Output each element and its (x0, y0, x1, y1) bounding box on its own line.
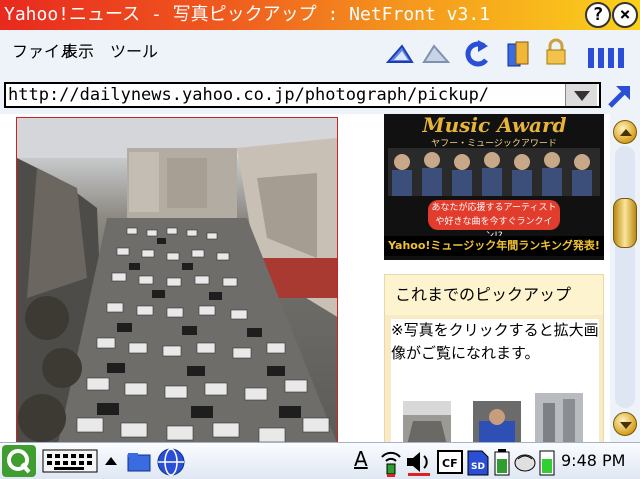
url-input[interactable]: http://dailynews.yahoo.co.jp/photograph/… (4, 82, 601, 108)
help-button[interactable]: ? (585, 2, 611, 28)
pickup-thumbnail[interactable] (535, 393, 583, 442)
clock[interactable]: 9:48 PM (561, 451, 625, 470)
back-icon[interactable] (384, 38, 416, 70)
go-arrow-icon[interactable] (604, 80, 636, 112)
bookmarks-icon[interactable] (502, 38, 534, 70)
arrow-up-icon (620, 129, 632, 136)
input-method-indicator[interactable]: A (354, 447, 368, 471)
forward-icon[interactable] (420, 38, 452, 70)
menu-view[interactable]: 表示 (62, 38, 94, 62)
close-button[interactable]: × (612, 2, 638, 28)
scroll-up-button[interactable] (613, 120, 637, 144)
mouse-icon[interactable] (512, 447, 538, 477)
caret-up-icon[interactable] (104, 455, 118, 467)
browser-globe-icon[interactable] (156, 447, 186, 477)
address-bar: http://dailynews.yahoo.co.jp/photograph/… (0, 80, 640, 114)
scroll-thumb[interactable] (613, 198, 637, 248)
pickup-description: ※写真をクリックすると拡大画像がご覧になれます。 (391, 321, 599, 362)
artist-photos-image (388, 148, 600, 196)
power-level-icon[interactable] (538, 447, 556, 477)
pickup-thumbnail[interactable] (473, 401, 521, 442)
file-manager-icon[interactable] (124, 447, 154, 475)
url-history-dropdown[interactable] (565, 84, 597, 106)
banner-footer: Yahoo!ミュージック年間ランキング発表! (384, 236, 604, 256)
view-mode-icon[interactable] (586, 42, 626, 74)
arrow-down-icon (620, 422, 632, 429)
banner-message: あなたが応援するアーティストや好きな曲を今すぐランクイン!? (428, 200, 560, 241)
svg-text:CF: CF (442, 457, 458, 470)
qtopia-menu-icon[interactable] (2, 445, 36, 477)
pickup-body: ※写真をクリックすると拡大画像がご覧になれます。 (391, 319, 599, 442)
past-pickup-section: これまでのピックアップ ※写真をクリックすると拡大画像がご覧になれます。 (384, 274, 604, 442)
banner-title: Music Award (422, 114, 567, 137)
pickup-heading: これまでのピックアップ (385, 275, 603, 315)
svg-text:SD: SD (471, 462, 485, 472)
battery-icon[interactable] (492, 447, 512, 477)
pickup-thumbnail[interactable] (403, 401, 451, 442)
menu-bar: ファイル 表示 ツール (0, 30, 640, 80)
window-titlebar: Yahoo!ニュース - 写真ピックアップ : NetFront v3.1 ? … (0, 0, 640, 30)
wireless-signal-icon[interactable] (378, 447, 404, 477)
taskbar: A CF SD 9:48 PM (0, 442, 640, 479)
cf-card-icon[interactable]: CF (436, 447, 464, 477)
menu-tools[interactable]: ツール (110, 38, 158, 62)
scroll-track[interactable] (615, 146, 635, 408)
chevron-down-icon (574, 91, 590, 101)
volume-icon[interactable] (404, 447, 434, 477)
lock-icon[interactable] (540, 36, 572, 68)
keyboard-icon[interactable] (42, 447, 98, 475)
main-photo[interactable] (16, 117, 338, 442)
reload-icon[interactable] (462, 38, 494, 70)
page-content: Music Award ヤフー・ミュージックアワード あなたが応援するアーティス… (0, 114, 610, 442)
scroll-down-button[interactable] (613, 412, 637, 436)
traffic-photo-image (17, 118, 337, 442)
vertical-scrollbar[interactable] (610, 114, 640, 442)
sd-card-icon[interactable]: SD (466, 447, 490, 477)
window-title: Yahoo!ニュース - 写真ピックアップ : NetFront v3.1 (4, 4, 491, 25)
music-award-banner[interactable]: Music Award ヤフー・ミュージックアワード あなたが応援するアーティス… (384, 114, 604, 260)
